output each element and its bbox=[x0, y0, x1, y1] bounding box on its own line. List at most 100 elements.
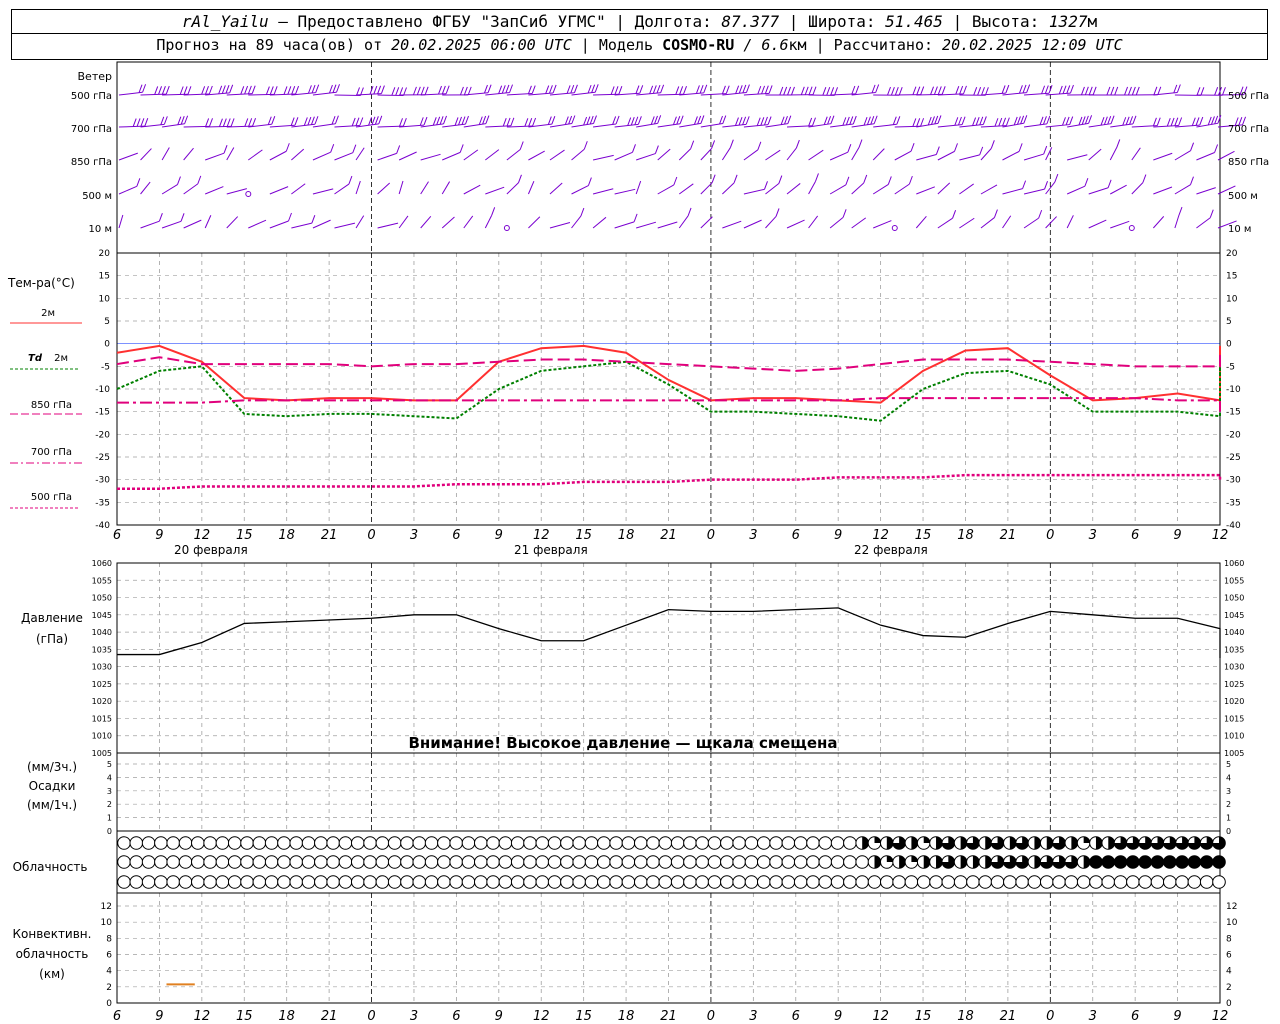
wind-level-label-right: 500 м bbox=[1228, 191, 1258, 202]
conv-tick-label: 0 bbox=[106, 999, 112, 1009]
cloud-circle bbox=[486, 855, 500, 869]
hour-tick-label: 0 bbox=[1046, 1009, 1054, 1024]
wind-barb-feather bbox=[356, 87, 360, 96]
wind-barb-feather bbox=[1002, 117, 1007, 127]
temp-tick-label: 10 bbox=[99, 294, 111, 304]
cloud-fill bbox=[1046, 836, 1054, 850]
cloud-circle bbox=[633, 836, 648, 850]
wind-barb bbox=[872, 183, 889, 195]
wind-barb-feather bbox=[485, 115, 490, 124]
conv-title-2: облачность bbox=[16, 947, 89, 961]
wind-barb-feather bbox=[583, 141, 588, 150]
cloud-fill bbox=[886, 836, 894, 850]
wind-level-label: 500 гПа bbox=[71, 91, 112, 102]
wind-barb-feather bbox=[373, 85, 378, 95]
wind-barb-feather bbox=[566, 85, 571, 94]
cloud-circle bbox=[633, 855, 648, 869]
wind-barb-feather bbox=[912, 118, 917, 127]
wind-barb bbox=[1153, 186, 1173, 195]
cloud-fill bbox=[1126, 855, 1140, 869]
cloud-circle bbox=[498, 855, 513, 869]
cloud-circle bbox=[929, 875, 943, 889]
cloud-circle bbox=[326, 855, 340, 869]
cloud-fill bbox=[960, 836, 967, 850]
temp-tick-label: 20 bbox=[1226, 249, 1238, 259]
temp-tick-label: -20 bbox=[95, 430, 110, 440]
cloud-fill bbox=[899, 855, 906, 869]
wind-barb bbox=[700, 148, 712, 161]
temp-tick-label: -15 bbox=[95, 408, 110, 418]
cloud-circle bbox=[535, 875, 550, 889]
cloud-circle bbox=[449, 855, 463, 869]
wind-barb-feather bbox=[163, 116, 168, 125]
wind-barb bbox=[1023, 153, 1044, 161]
conv-tick-label: 0 bbox=[1226, 999, 1232, 1009]
cloud-circle bbox=[1113, 875, 1128, 889]
cloud-circle bbox=[166, 836, 181, 850]
wind-barb-feather bbox=[240, 86, 245, 95]
wind-barb-feather bbox=[311, 214, 316, 224]
cloud-circle bbox=[412, 855, 427, 869]
cloud-circle bbox=[129, 836, 144, 850]
cloud-circle bbox=[424, 855, 439, 869]
wind-barb-feather bbox=[941, 86, 946, 95]
wind-barb-feather bbox=[656, 84, 661, 94]
cloud-fill bbox=[1071, 836, 1078, 850]
wind-barb-feather bbox=[180, 116, 185, 125]
cloud-circle bbox=[387, 836, 402, 850]
wind-barb-feather bbox=[719, 115, 723, 125]
wind-barb-feather bbox=[635, 85, 640, 94]
cloud-circle bbox=[178, 836, 193, 850]
hour-tick-label: 15 bbox=[575, 1009, 592, 1024]
cloud-circle bbox=[547, 855, 562, 869]
wind-barb-feather bbox=[845, 116, 850, 126]
cloud-circle bbox=[720, 855, 734, 869]
cloud-circle bbox=[277, 875, 291, 889]
hour-tick-label: 12 bbox=[533, 1009, 550, 1024]
wind-barb-feather bbox=[248, 118, 253, 127]
wind-barb-feather bbox=[307, 116, 312, 126]
wind-barb-feather bbox=[990, 140, 995, 149]
wind-barb-feather bbox=[842, 209, 847, 218]
wind-barb-feather bbox=[977, 87, 982, 96]
wind-barb bbox=[1131, 182, 1144, 195]
wind-barb-feather bbox=[483, 84, 488, 94]
wind-barb-feather bbox=[144, 117, 149, 127]
wind-barb-feather bbox=[138, 84, 143, 93]
hour-tick-label: 12 bbox=[1212, 1009, 1229, 1024]
wind-barb-feather bbox=[1084, 178, 1089, 187]
cloud-circle bbox=[314, 855, 328, 869]
cloud-circle bbox=[166, 875, 181, 889]
precip-tick-label: 0 bbox=[107, 827, 112, 836]
cloud-circle bbox=[769, 875, 783, 889]
cloud-circle bbox=[793, 836, 808, 850]
temp-tick-label: -25 bbox=[95, 453, 110, 463]
wind-calm bbox=[891, 225, 898, 231]
cloud-circle bbox=[621, 836, 636, 850]
pressure-tick-label: 1005 bbox=[1224, 749, 1244, 758]
pressure-tick-label: 1055 bbox=[1224, 576, 1244, 585]
wind-barb-feather bbox=[432, 117, 437, 126]
cloud-circle bbox=[400, 836, 414, 850]
wind-barb-feather bbox=[632, 144, 636, 153]
wind-barb-feather bbox=[842, 117, 847, 126]
wind-barb-feather bbox=[768, 85, 773, 94]
wind-barb-feather bbox=[551, 116, 556, 125]
cloud-fill bbox=[936, 836, 943, 850]
wind-barb bbox=[808, 215, 819, 229]
wind-barb bbox=[161, 184, 178, 195]
wind-barb-feather bbox=[531, 85, 536, 94]
wind-barb-feather bbox=[351, 117, 356, 127]
wind-barb-feather bbox=[1195, 117, 1200, 126]
wind-barb-feather bbox=[898, 87, 903, 96]
wind-barb bbox=[980, 184, 998, 195]
legend-t2m-label: 2м bbox=[41, 308, 55, 319]
hour-tick-label: 3 bbox=[410, 528, 418, 543]
cloud-circle bbox=[326, 875, 340, 889]
cloud-circle bbox=[1187, 875, 1202, 889]
wind-barb-feather bbox=[812, 117, 816, 126]
cloud-circle bbox=[843, 855, 857, 869]
wind-barb-feather bbox=[955, 86, 960, 95]
cloud-circle bbox=[1089, 875, 1103, 889]
wind-barb-feather bbox=[424, 86, 429, 95]
